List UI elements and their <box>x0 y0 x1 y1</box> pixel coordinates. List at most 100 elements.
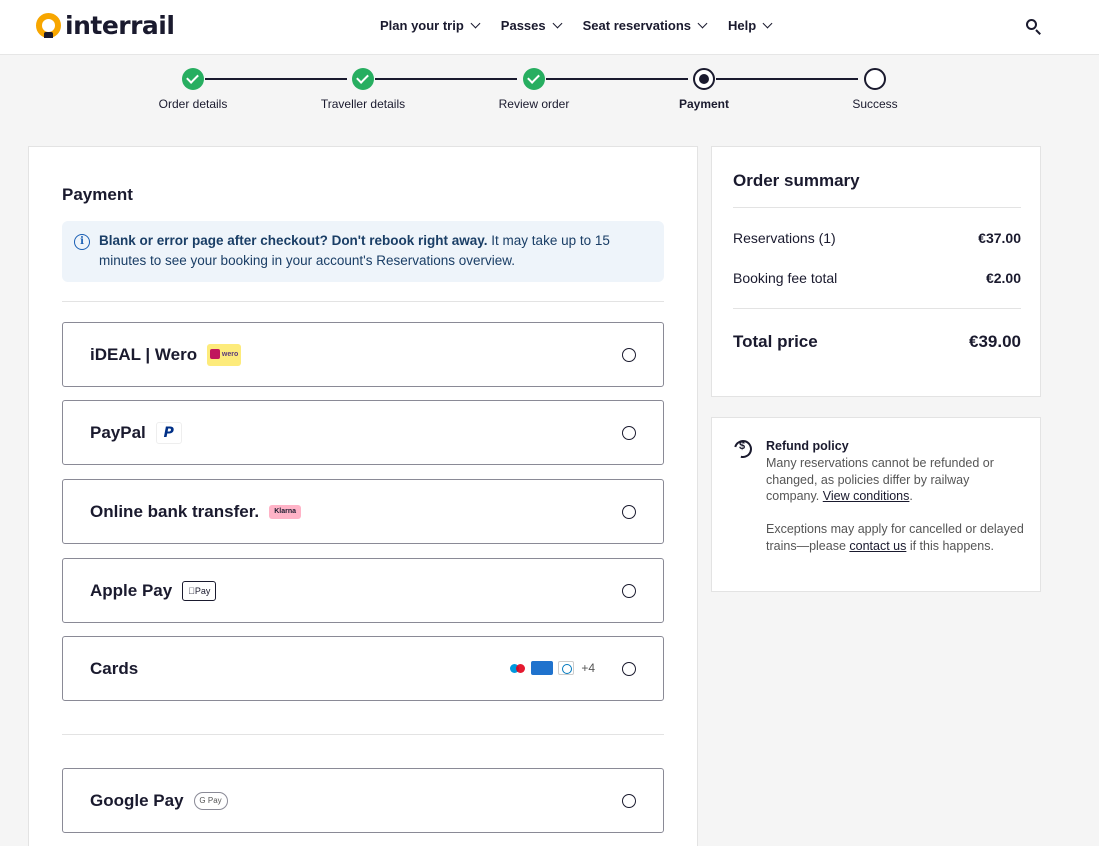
contact-us-link[interactable]: contact us <box>849 539 906 553</box>
more-cards-count: +4 <box>581 661 595 675</box>
divider <box>62 301 664 302</box>
method-label-row: iDEAL | Wero wero <box>90 323 242 386</box>
refund-text-2: Exceptions may apply for cancelled or de… <box>766 521 1026 554</box>
nav-passes[interactable]: Passes <box>500 18 563 33</box>
view-conditions-link[interactable]: View conditions <box>823 489 910 503</box>
row-label: Reservations (1) <box>733 230 836 246</box>
refund-icon-symbol: $ <box>739 440 746 452</box>
total-label: Total price <box>733 332 818 351</box>
pending-step-icon <box>864 68 886 90</box>
checkout-stepper: Order details Traveller details Review o… <box>0 66 1099 116</box>
refund-policy: $ Refund policy Many reservations cannot… <box>711 417 1041 592</box>
method-label: Online bank transfer. <box>90 501 260 521</box>
summary-title: Order summary <box>733 171 860 190</box>
logo-icon <box>36 12 61 38</box>
summary-total: Total price €39.00 <box>733 332 1021 352</box>
payment-method-ideal[interactable]: iDEAL | Wero wero <box>62 322 664 387</box>
apple-pay-icon: Pay <box>182 580 217 601</box>
radio-button[interactable] <box>622 348 636 362</box>
summary-row-booking-fee: Booking fee total €2.00 <box>733 270 1021 286</box>
payment-panel: Payment i Blank or error page after chec… <box>28 146 698 846</box>
step-success: Success <box>815 68 935 111</box>
step-label: Order details <box>158 97 228 111</box>
nav-label: Help <box>728 18 757 33</box>
step-review-order: Review order <box>474 68 594 111</box>
nav-plan-your-trip[interactable]: Plan your trip <box>380 18 481 33</box>
radio-button[interactable] <box>622 584 636 598</box>
notice-bold: Blank or error page after checkout? Don'… <box>99 233 488 248</box>
divider <box>733 207 1021 208</box>
google-pay-icon: G Pay <box>193 791 228 810</box>
check-icon <box>523 68 545 90</box>
method-label: Cards <box>90 658 139 678</box>
summary-row-reservations: Reservations (1) €37.00 <box>733 230 1021 246</box>
total-amount: €39.00 <box>969 332 1021 351</box>
card-logos: +4 <box>510 661 595 675</box>
checkout-notice: i Blank or error page after checkout? Do… <box>62 221 664 282</box>
payment-method-bank-transfer[interactable]: Online bank transfer. Klarna <box>62 479 664 544</box>
radio-button[interactable] <box>622 426 636 440</box>
maestro-icon <box>510 663 526 673</box>
ideal-wero-icon: wero <box>207 343 242 366</box>
step-traveller-details: Traveller details <box>303 68 423 111</box>
nav-help[interactable]: Help <box>728 18 773 33</box>
row-amount: €37.00 <box>978 230 1021 246</box>
chevron-down-icon <box>552 18 563 29</box>
method-label: PayPal <box>90 422 146 442</box>
current-step-icon <box>693 68 715 90</box>
search-icon[interactable] <box>1024 17 1044 37</box>
step-payment: Payment <box>644 68 764 111</box>
diners-icon <box>558 661 575 675</box>
refund-body-end: if this happens. <box>906 538 994 553</box>
refund-text-1: Many reservations cannot be refunded or … <box>766 455 1026 505</box>
klarna-icon: Klarna <box>269 504 302 519</box>
nav-seat-reservations[interactable]: Seat reservations <box>582 18 708 33</box>
main-nav: Plan your trip Passes Seat reservations … <box>380 18 773 33</box>
payment-method-apple-pay[interactable]: Apple Pay Pay <box>62 558 664 623</box>
check-icon <box>182 68 204 90</box>
method-label-row: PayPal P <box>90 401 182 464</box>
payment-method-cards[interactable]: Cards +4 <box>62 636 664 701</box>
payment-method-google-pay[interactable]: Google Pay G Pay <box>62 768 664 833</box>
refund-title: Refund policy <box>766 439 849 453</box>
step-order-details: Order details <box>133 68 253 111</box>
method-label-row: Cards <box>90 637 138 700</box>
radio-button[interactable] <box>622 662 636 676</box>
row-amount: €2.00 <box>985 270 1021 286</box>
step-label: Success <box>852 97 898 111</box>
step-label: Traveller details <box>320 97 406 111</box>
method-label-row: Google Pay G Pay <box>90 769 228 832</box>
divider <box>733 308 1021 309</box>
chevron-down-icon <box>762 18 773 29</box>
divider <box>62 734 664 735</box>
step-label: Review order <box>498 97 570 111</box>
paypal-icon: P <box>155 421 182 444</box>
amex-icon <box>531 661 554 675</box>
interrail-logo[interactable]: interrail <box>36 10 175 40</box>
radio-button[interactable] <box>622 505 636 519</box>
header: interrail Plan your trip Passes Seat res… <box>0 0 1099 55</box>
badge-text: Pay <box>191 585 211 596</box>
nav-label: Seat reservations <box>582 18 692 33</box>
method-label: iDEAL | Wero <box>90 344 198 364</box>
method-label: Google Pay <box>90 790 184 810</box>
notice-text: Blank or error page after checkout? Don'… <box>99 231 659 271</box>
method-label-row: Apple Pay Pay <box>90 559 217 622</box>
order-summary: Order summary Reservations (1) €37.00 Bo… <box>711 146 1041 397</box>
nav-label: Plan your trip <box>380 18 464 33</box>
radio-button[interactable] <box>622 794 636 808</box>
nav-label: Passes <box>500 18 546 33</box>
chevron-down-icon <box>470 18 481 29</box>
badge-text: wero <box>221 350 239 358</box>
payment-method-paypal[interactable]: PayPal P <box>62 400 664 465</box>
refund-body-end: . <box>909 489 913 503</box>
step-label: Payment <box>678 97 730 111</box>
info-icon: i <box>74 234 90 250</box>
check-icon <box>352 68 374 90</box>
method-label-row: Online bank transfer. Klarna <box>90 480 302 543</box>
payment-title: Payment <box>62 185 133 204</box>
row-label: Booking fee total <box>733 270 838 286</box>
chevron-down-icon <box>697 18 708 29</box>
logo-text: interrail <box>65 10 175 40</box>
method-label: Apple Pay <box>90 580 173 600</box>
